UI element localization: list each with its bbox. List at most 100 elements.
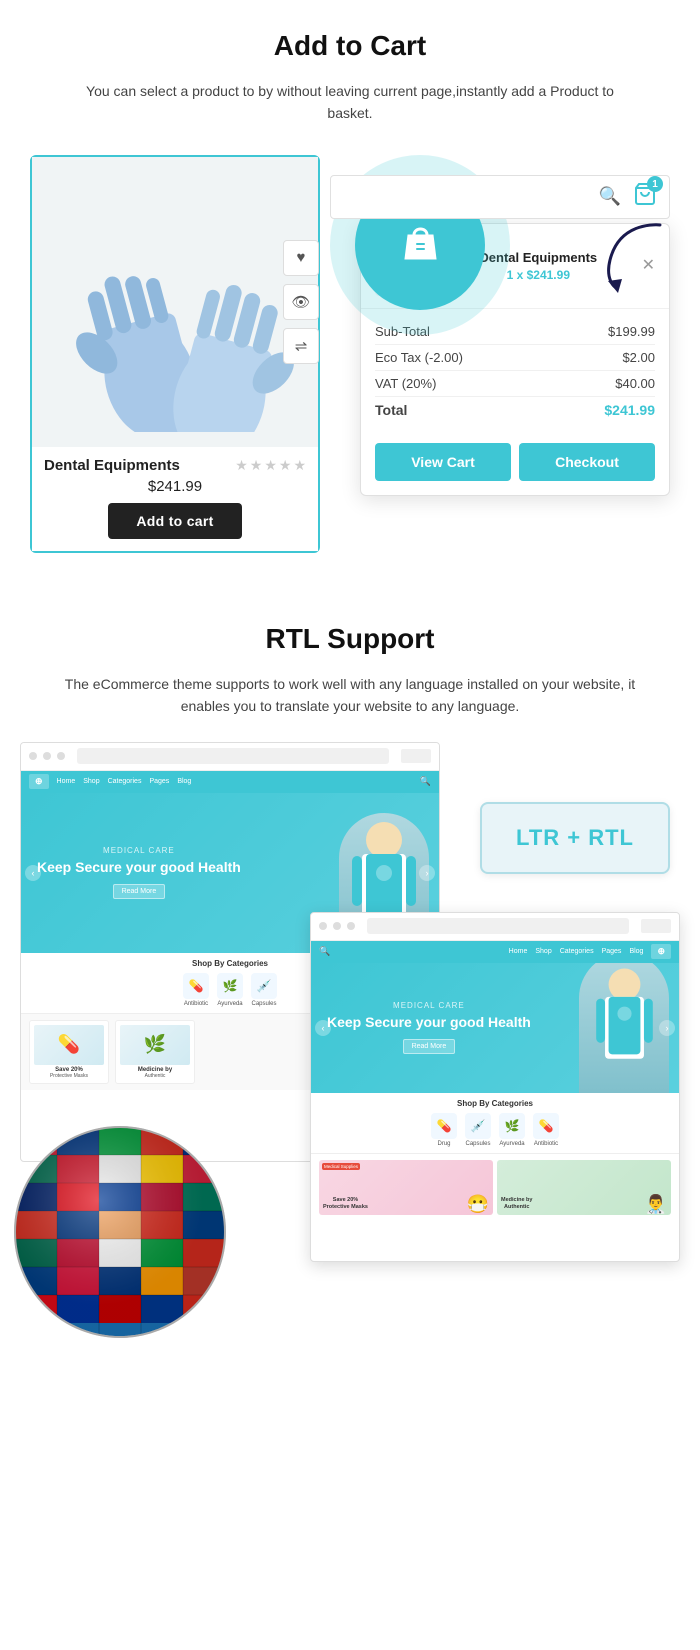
product-image-area: ♥ 👁 ⇌ <box>32 157 318 447</box>
hero-title: Keep Secure your good Health <box>37 859 241 876</box>
nav-blog: Blog <box>177 778 191 785</box>
mini-product-desc-2: Authentic <box>120 1073 190 1080</box>
search-icon[interactable]: 🔍 <box>599 186 621 207</box>
rtl-dot-2 <box>333 922 341 930</box>
quickview-icon[interactable]: 👁 <box>283 284 319 320</box>
globe-container <box>10 1122 230 1342</box>
rtl-doctor-figure <box>579 963 669 1093</box>
globe-svg <box>10 1122 230 1342</box>
nav-home: Home <box>57 778 76 785</box>
drug-label: Drug <box>437 1141 450 1147</box>
mini-product-img-1: 💊 <box>34 1025 104 1065</box>
rtl-capsules-label: Capsules <box>465 1141 490 1147</box>
hero-btn[interactable]: Read More <box>113 884 166 899</box>
ecotax-label: Eco Tax (-2.00) <box>375 350 463 365</box>
rtl-category-capsules: 💉 Capsules <box>465 1113 491 1147</box>
ayurveda-icon: 🌿 <box>217 973 243 999</box>
view-cart-button[interactable]: View Cart <box>375 443 511 481</box>
rtl-browser-bar <box>311 913 679 941</box>
category-antibiotic: 💊 Antibiotic <box>183 973 209 1007</box>
rtl-nav-pages: Pages <box>602 948 622 955</box>
browser-nav: ⊕ Home Shop Categories Pages Blog 🔍 <box>21 771 439 793</box>
browser-bar <box>21 743 439 771</box>
rtl-doctor-svg <box>587 965 662 1080</box>
ecotax-row: Eco Tax (-2.00) $2.00 <box>375 345 655 371</box>
rtl-hero-label: MEDICAL CARE <box>327 1001 531 1010</box>
product-info: Dental Equipments ★ ★ ★ ★ ★ $241.99 Add … <box>32 447 318 551</box>
rtl-screenshot: ⊕ Blog Pages Categories Shop Home 🔍 ‹ ME… <box>310 912 680 1262</box>
rtl-ayurveda-label: Ayurveda <box>499 1141 524 1147</box>
browser-dot-2 <box>43 752 51 760</box>
rtl-hero-title: Keep Secure your good Health <box>327 1014 531 1031</box>
mini-product-1: 💊 Save 20% Protective Masks <box>29 1020 109 1085</box>
rtl-category-drug: 💊 Drug <box>431 1113 457 1147</box>
mini-header-bar: 🔍 1 <box>330 175 670 219</box>
checkout-button[interactable]: Checkout <box>519 443 655 481</box>
star-1: ★ <box>235 457 248 474</box>
vat-label: VAT (20%) <box>375 376 436 391</box>
rtl-description: The eCommerce theme supports to work wel… <box>40 673 660 718</box>
rtl-nav-home: Home <box>509 948 528 955</box>
cart-badge: 1 <box>647 176 663 192</box>
rtl-demo-area: ⊕ Home Shop Categories Pages Blog 🔍 ‹ ME… <box>20 742 680 1262</box>
wishlist-icon[interactable]: ♥ <box>283 240 319 276</box>
ecotax-value: $2.00 <box>622 350 655 365</box>
add-to-cart-demo: ♥ 👁 ⇌ Dental Equipments ★ ★ ★ ★ ★ $24 <box>20 155 680 553</box>
hero-next-arrow[interactable]: › <box>419 865 435 881</box>
product-card: ♥ 👁 ⇌ Dental Equipments ★ ★ ★ ★ ★ $24 <box>30 155 320 553</box>
add-to-cart-title: Add to Cart <box>20 30 680 62</box>
rtl-title: RTL Support <box>20 623 680 655</box>
antibiotic-icon: 💊 <box>183 973 209 999</box>
rtl-promo-text-2: Medicine byAuthentic <box>497 1194 536 1214</box>
rtl-hero: ‹ MEDICAL CARE Keep Secure your good Hea… <box>311 963 679 1093</box>
antibiotic-label: Antibiotic <box>184 1001 208 1007</box>
add-to-cart-button[interactable]: Add to cart <box>108 503 241 539</box>
nav-logo: ⊕ <box>29 774 49 789</box>
add-to-cart-description: You can select a product to by without l… <box>70 80 630 125</box>
product-name: Dental Equipments <box>44 457 180 474</box>
category-ayurveda: 🌿 Ayurveda <box>217 973 243 1007</box>
compare-icon[interactable]: ⇌ <box>283 328 319 364</box>
cart-item-price: $241.99 <box>527 268 570 282</box>
rtl-antibiotic-label: Antibiotic <box>534 1141 558 1147</box>
ltr-rtl-text: LTR + RTL <box>516 825 634 851</box>
rtl-logo: ⊕ <box>651 944 671 959</box>
rtl-antibiotic-icon: 💊 <box>533 1113 559 1139</box>
drug-icon: 💊 <box>431 1113 457 1139</box>
rtl-dot-1 <box>319 922 327 930</box>
nav-shop: Shop <box>83 778 99 785</box>
browser-url-bar <box>77 748 389 764</box>
star-4: ★ <box>279 457 292 474</box>
rtl-capsules-icon: 💉 <box>465 1113 491 1139</box>
rtl-promo-person-1: 😷 <box>467 1194 489 1215</box>
hero-text: MEDICAL CARE Keep Secure your good Healt… <box>37 846 241 899</box>
rtl-category-items: 💊 Drug 💉 Capsules 🌿 Ayurveda 💊 Antibioti… <box>319 1113 671 1147</box>
total-row: Total $241.99 <box>375 397 655 423</box>
capsules-label: Capsules <box>251 1001 276 1007</box>
rtl-category-ayurveda: 🌿 Ayurveda <box>499 1113 525 1147</box>
browser-dot-3 <box>57 752 65 760</box>
cart-action-buttons: View Cart Checkout <box>361 433 669 495</box>
rtl-promo-cards: Medical Supplies Save 20%Protective Mask… <box>311 1154 679 1221</box>
rtl-hero-btn[interactable]: Read More <box>403 1039 456 1054</box>
product-action-icons: ♥ 👁 ⇌ <box>283 240 319 364</box>
subtotal-value: $199.99 <box>608 324 655 339</box>
rtl-hero-text: MEDICAL CARE Keep Secure your good Healt… <box>327 1001 531 1054</box>
vat-value: $40.00 <box>615 376 655 391</box>
rtl-categories-title: Shop By Categories <box>319 1099 671 1108</box>
rtl-next-arrow[interactable]: › <box>659 1020 675 1036</box>
rtl-promo-person-2: 👨‍⚕️ <box>645 1194 667 1215</box>
cart-icon-wrapper[interactable]: 1 <box>633 182 657 211</box>
rtl-ayurveda-icon: 🌿 <box>499 1113 525 1139</box>
total-value: $241.99 <box>604 402 655 418</box>
mini-product-desc-1: Protective Masks <box>34 1073 104 1080</box>
rtl-nav-categories: Categories <box>560 948 594 955</box>
shopping-bag-icon <box>393 217 448 272</box>
nav-search-icon: 🔍 <box>420 776 431 787</box>
star-5: ★ <box>293 457 306 474</box>
star-2: ★ <box>250 457 263 474</box>
rtl-promo-text-1: Save 20%Protective Masks <box>319 1194 372 1214</box>
rtl-nav: ⊕ Blog Pages Categories Shop Home 🔍 <box>311 941 679 963</box>
category-capsules: 💉 Capsules <box>251 973 277 1007</box>
mini-product-2: 🌿 Medicine by Authentic <box>115 1020 195 1085</box>
